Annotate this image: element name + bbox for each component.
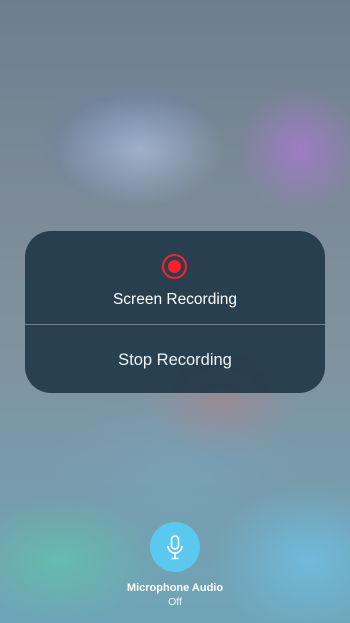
stop-recording-button[interactable]: Stop Recording [25,325,325,393]
record-dot [168,260,181,273]
microphone-audio-label: Microphone Audio [126,582,224,594]
microphone-icon [167,535,183,560]
stop-recording-label: Stop Recording [118,351,232,369]
record-icon [162,254,187,279]
microphone-audio-toggle[interactable] [150,522,200,572]
microphone-audio-status: Off [168,596,182,608]
screen-recording-title: Screen Recording [112,291,238,308]
